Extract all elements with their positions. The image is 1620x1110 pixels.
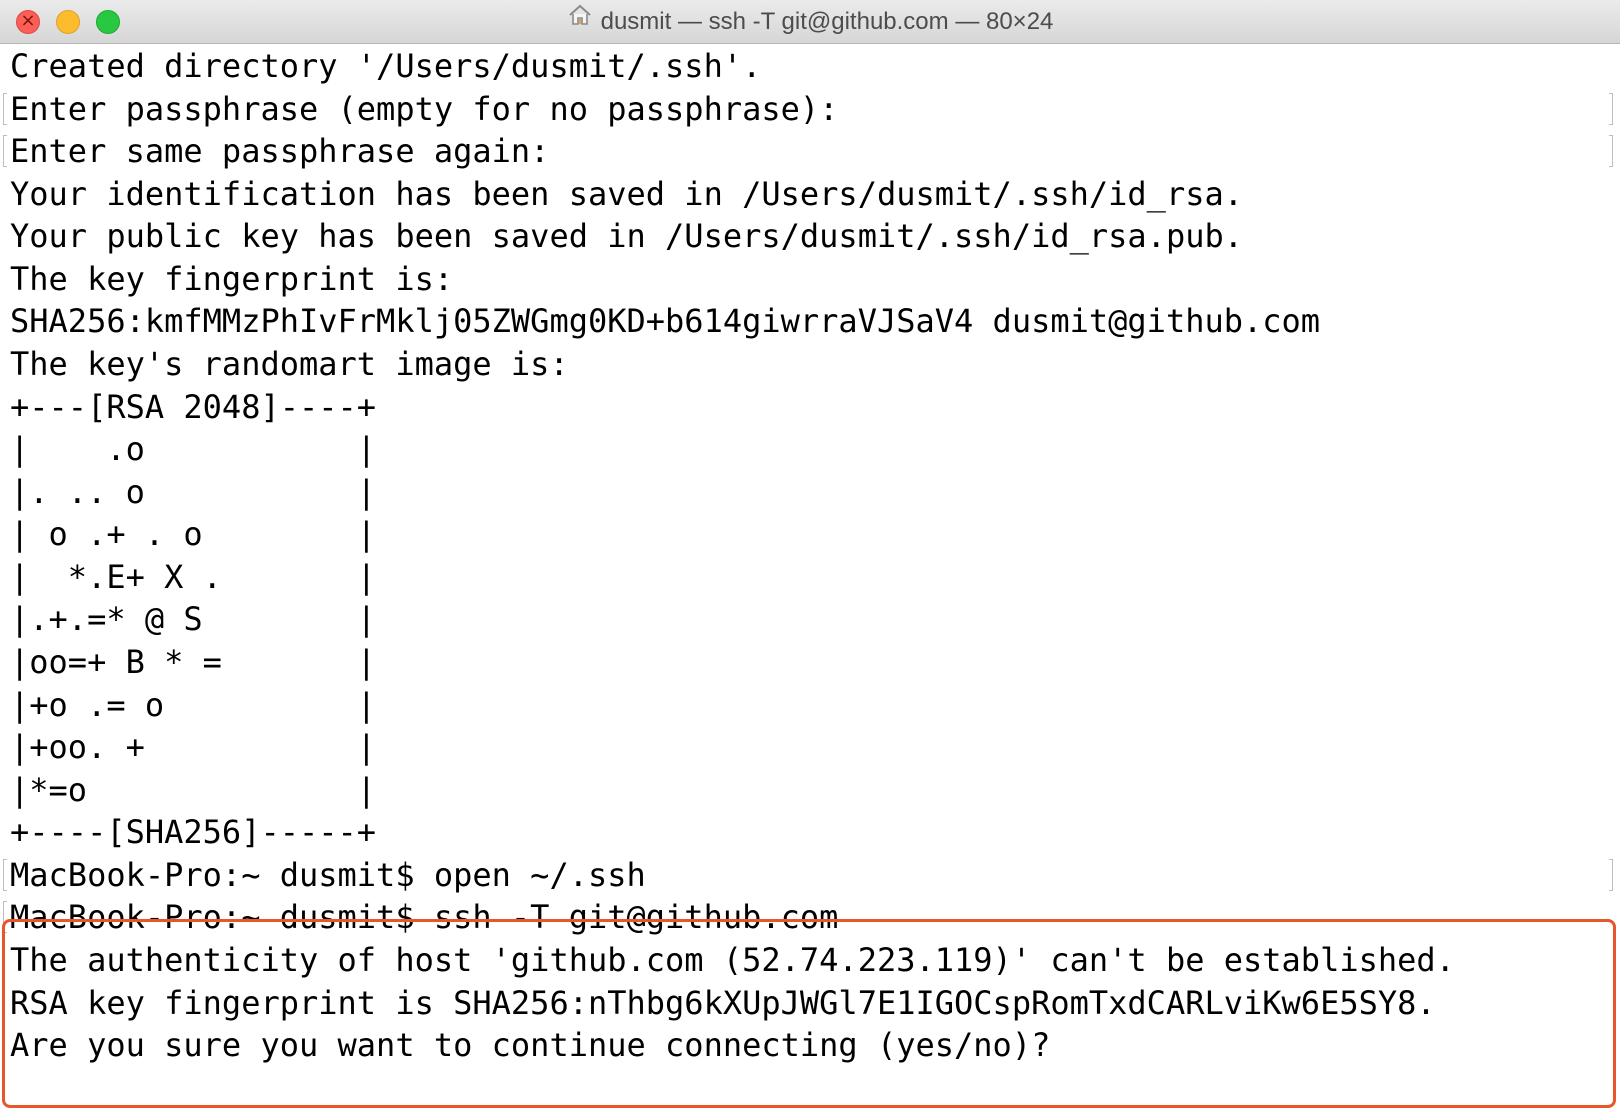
prompt-line: MacBook-Pro:~ dusmit$ open ~/.ssh	[10, 856, 646, 894]
randomart-line: |oo=+ B * = |	[10, 643, 377, 681]
randomart-line: |.+.=* @ S |	[10, 600, 377, 638]
randomart-line: | *.E+ X . |	[10, 558, 377, 596]
randomart-line: |*=o |	[10, 771, 377, 809]
terminal-line: The key's randomart image is:	[10, 345, 569, 383]
command-mark	[1609, 859, 1613, 891]
terminal-line: Created directory '/Users/dusmit/.ssh'.	[10, 47, 762, 85]
command-mark	[3, 859, 7, 891]
terminal-line: The key fingerprint is:	[10, 260, 454, 298]
randomart-line: | .o |	[10, 430, 377, 468]
randomart-line: |+o .= o |	[10, 686, 377, 724]
randomart-line: |+oo. + |	[10, 728, 377, 766]
terminal-output[interactable]: Created directory '/Users/dusmit/.ssh'. …	[0, 44, 1620, 1110]
command-mark	[1609, 135, 1613, 167]
highlight-box	[2, 919, 1616, 1108]
terminal-line: SHA256:kmfMMzPhIvFrMklj05ZWGmg0KD+b614gi…	[10, 302, 1321, 340]
command-mark	[3, 135, 7, 167]
randomart-line: +---[RSA 2048]----+	[10, 388, 377, 426]
randomart-line: |. .. o |	[10, 473, 377, 511]
window-title-text: dusmit — ssh -T git@github.com — 80×24	[600, 8, 1054, 35]
command-mark	[3, 93, 7, 125]
window-title: dusmit — ssh -T git@github.com — 80×24	[0, 0, 1620, 44]
home-icon	[567, 0, 593, 42]
terminal-line: Your public key has been saved in /Users…	[10, 217, 1243, 255]
terminal-line: Your identification has been saved in /U…	[10, 175, 1243, 213]
command-mark	[1609, 93, 1613, 125]
terminal-line: Enter same passphrase again:	[10, 132, 550, 170]
randomart-line: +----[SHA256]-----+	[10, 813, 377, 851]
title-bar[interactable]: dusmit — ssh -T git@github.com — 80×24	[0, 0, 1620, 44]
terminal-line: Enter passphrase (empty for no passphras…	[10, 90, 839, 128]
randomart-line: | o .+ . o |	[10, 515, 377, 553]
terminal-window: dusmit — ssh -T git@github.com — 80×24 C…	[0, 0, 1620, 1110]
